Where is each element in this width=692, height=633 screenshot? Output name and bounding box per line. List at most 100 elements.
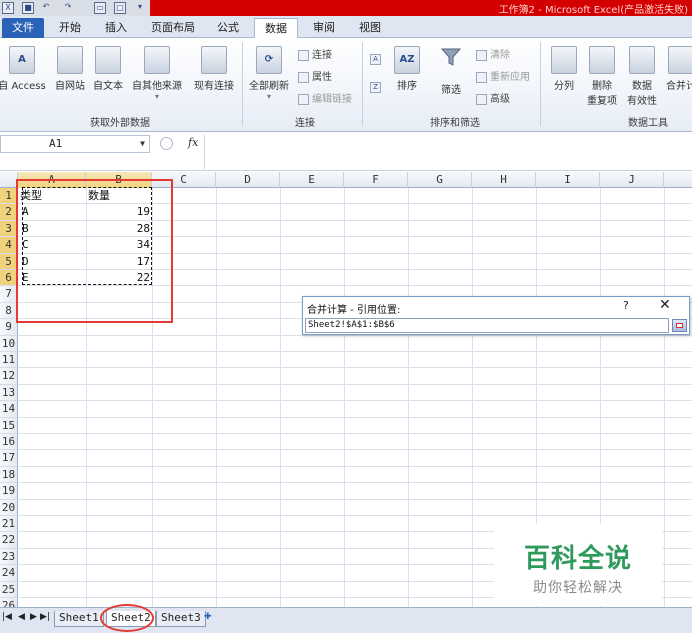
row-header[interactable]: 16	[0, 434, 18, 451]
row-header[interactable]: 9	[0, 319, 18, 336]
column-header-h[interactable]: H	[472, 172, 536, 188]
prev-sheet-icon[interactable]: ◀	[18, 612, 25, 622]
help-icon[interactable]: ?	[623, 299, 629, 312]
refresh-all-button[interactable]: ⟳ 全部刷新 ▾	[244, 46, 294, 101]
select-all-corner[interactable]	[0, 172, 18, 188]
row-header[interactable]: 24	[0, 565, 18, 582]
row-header[interactable]: 1	[0, 188, 18, 205]
tab-insert[interactable]: 插入	[96, 18, 136, 38]
row-header[interactable]: 15	[0, 417, 18, 434]
row-header[interactable]: 23	[0, 548, 18, 566]
customize-toolbar-icon[interactable]: ▾	[134, 2, 146, 14]
edit-links-button[interactable]: 编辑链接	[298, 90, 352, 105]
cell-b1[interactable]: 数量	[88, 188, 150, 204]
dialog-title: 合并计算 - 引用位置:	[307, 305, 401, 316]
row-header[interactable]: 22	[0, 532, 18, 549]
sort-descending-button[interactable]: Z	[370, 82, 384, 94]
chevron-down-icon[interactable]: ▼	[140, 136, 145, 152]
column-header-c[interactable]: C	[152, 172, 216, 188]
row-header[interactable]: 19	[0, 483, 18, 500]
remove-duplicates-button[interactable]: 删除 重复项	[584, 46, 620, 107]
tab-file[interactable]: 文件	[2, 18, 44, 38]
connections-button[interactable]: 连接	[298, 46, 332, 61]
cell-a2[interactable]: A	[22, 204, 84, 220]
row-header[interactable]: 20	[0, 499, 18, 516]
cell-a5[interactable]: D	[22, 254, 84, 270]
row-header[interactable]: 11	[0, 352, 18, 369]
expand-icon	[676, 323, 683, 328]
formula-input[interactable]	[204, 135, 692, 169]
cell-a6[interactable]: E	[22, 270, 84, 286]
row-header[interactable]: 12	[0, 368, 18, 385]
text-to-columns-button[interactable]: 分列	[546, 46, 582, 92]
insert-sheet-icon[interactable]: ✚	[204, 612, 218, 624]
row-header[interactable]: 18	[0, 466, 18, 484]
from-access-button[interactable]: A 自 Access	[0, 46, 46, 92]
column-header-f[interactable]: F	[344, 172, 408, 188]
row-header[interactable]: 13	[0, 384, 18, 402]
tab-data[interactable]: 数据	[254, 18, 298, 38]
first-sheet-icon[interactable]: |◀	[2, 612, 12, 622]
existing-connections-button[interactable]: 现有连接	[190, 46, 238, 92]
clear-filter-button[interactable]: 清除	[476, 46, 510, 61]
column-header-g[interactable]: G	[408, 172, 472, 188]
sort-ascending-button[interactable]: A	[370, 54, 384, 66]
row-header[interactable]: 2	[0, 204, 18, 221]
tab-formulas[interactable]: 公式	[210, 18, 246, 38]
undo-icon[interactable]: ↶	[40, 2, 52, 14]
column-header-j[interactable]: J	[600, 172, 664, 188]
redo-icon[interactable]: ↷	[62, 2, 74, 14]
cell-b3[interactable]: 28	[88, 221, 150, 237]
cell-a3[interactable]: B	[22, 221, 84, 237]
insert-function-icon[interactable]: fx	[188, 136, 198, 149]
row-header[interactable]: 25	[0, 581, 18, 598]
column-header-a[interactable]: A	[18, 172, 86, 188]
row-header[interactable]: 5	[0, 253, 18, 270]
expand-dialog-button[interactable]	[672, 319, 687, 332]
row-header[interactable]: 4	[0, 237, 18, 254]
reference-input[interactable]: Sheet2!$A$1:$B$6	[305, 318, 669, 333]
tab-review[interactable]: 审阅	[304, 18, 344, 38]
cell-b2[interactable]: 19	[88, 204, 150, 220]
cell-b4[interactable]: 34	[88, 237, 150, 253]
advanced-filter-button[interactable]: 高级	[476, 90, 510, 105]
close-icon[interactable]: ✕	[659, 297, 671, 313]
tab-page-layout[interactable]: 页面布局	[146, 18, 200, 38]
cell-a4[interactable]: C	[22, 237, 84, 253]
data-validation-button[interactable]: 数据 有效性	[622, 46, 662, 107]
from-web-button[interactable]: 自网站	[50, 46, 90, 92]
cell-b5[interactable]: 17	[88, 254, 150, 270]
last-sheet-icon[interactable]: ▶|	[40, 612, 50, 622]
column-header-e[interactable]: E	[280, 172, 344, 188]
row-header[interactable]: 17	[0, 450, 18, 467]
column-header-d[interactable]: D	[216, 172, 280, 188]
row-header[interactable]: 7	[0, 286, 18, 303]
next-sheet-icon[interactable]: ▶	[30, 612, 37, 622]
consolidate-button[interactable]: 合并计	[664, 46, 692, 92]
from-text-button[interactable]: 自文本	[88, 46, 128, 92]
sheet-tab-sheet2[interactable]: Sheet2	[106, 611, 156, 627]
open-icon[interactable]: ▭	[94, 2, 106, 14]
properties-button[interactable]: 属性	[298, 68, 332, 83]
new-icon[interactable]: □	[114, 2, 126, 14]
row-header[interactable]: 14	[0, 401, 18, 418]
sheet-tab-sheet3[interactable]: Sheet3	[156, 611, 206, 627]
tab-home[interactable]: 开始	[50, 18, 90, 38]
tab-view[interactable]: 视图	[350, 18, 390, 38]
cell-a1[interactable]: 类型	[20, 188, 84, 204]
reapply-button[interactable]: 重新应用	[476, 68, 530, 83]
row-header[interactable]: 21	[0, 516, 18, 533]
save-icon[interactable]: ■	[22, 2, 34, 14]
filter-button[interactable]: 筛选	[434, 46, 468, 96]
row-header[interactable]: 10	[0, 335, 18, 352]
row-header[interactable]: 3	[0, 220, 18, 238]
column-header-i[interactable]: I	[536, 172, 600, 188]
column-header-b[interactable]: B	[86, 172, 152, 188]
name-box[interactable]: A1 ▼	[0, 135, 150, 153]
sheet-tab-sheet1[interactable]: Sheet1	[54, 611, 104, 627]
row-header[interactable]: 8	[0, 302, 18, 320]
row-header[interactable]: 6	[0, 270, 18, 287]
cell-b6[interactable]: 22	[88, 270, 150, 286]
from-other-sources-button[interactable]: 自其他来源 ▾	[128, 46, 186, 101]
sort-button[interactable]: AZ 排序	[390, 46, 424, 92]
